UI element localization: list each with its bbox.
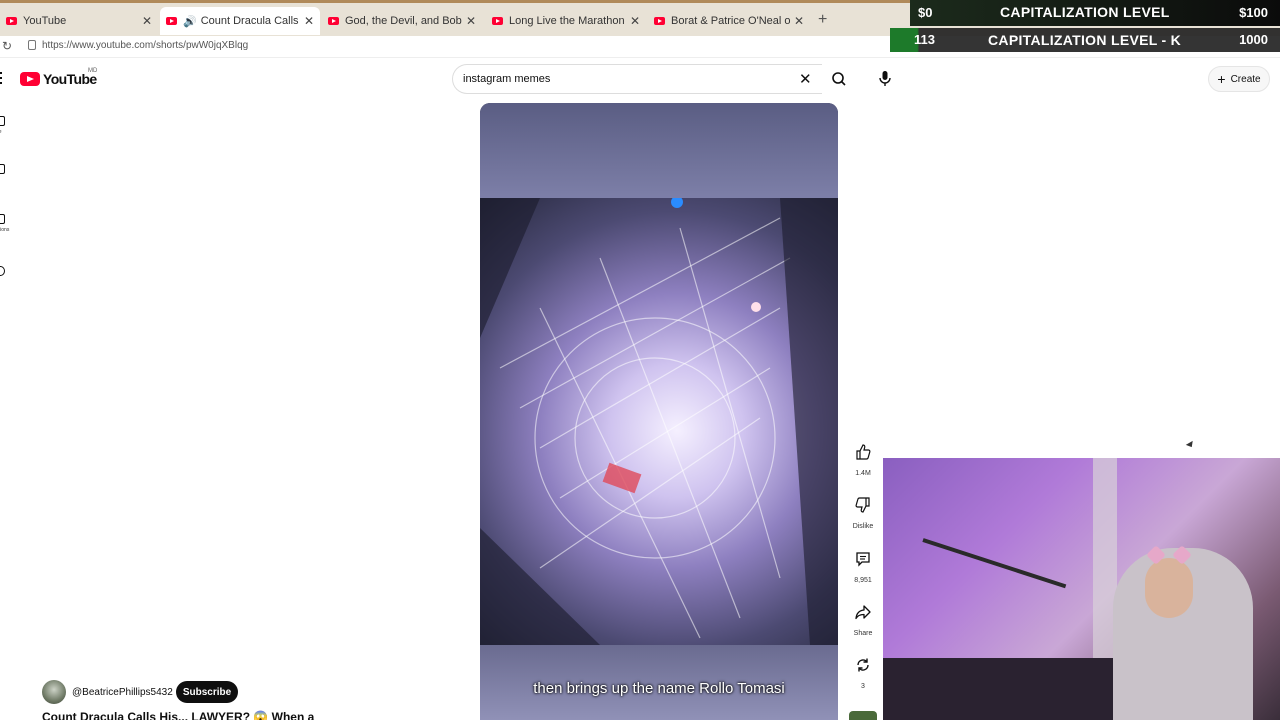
speaker-icon[interactable]: 🔊 bbox=[183, 15, 197, 28]
country-code: MD bbox=[88, 68, 98, 74]
capitalization-overlay-row-1: $0 CAPITALIZATION LEVEL $100 bbox=[910, 0, 1280, 26]
youtube-play-icon bbox=[20, 72, 40, 86]
screen: YouTube ✕ 🔊 Count Dracula Calls His... L… bbox=[0, 0, 1280, 720]
capitalization-overlay-row-2: 113 CAPITALIZATION LEVEL - K 1000 bbox=[890, 28, 1280, 52]
thumbs-down-icon bbox=[848, 490, 878, 520]
overlay-left-value: $0 bbox=[918, 5, 933, 20]
close-tab-icon[interactable]: ✕ bbox=[142, 14, 152, 28]
overlay-label: CAPITALIZATION LEVEL bbox=[1000, 4, 1170, 20]
clock-tower-scene bbox=[480, 196, 838, 645]
overlay-right-value: $100 bbox=[1239, 5, 1268, 20]
tab-title: Long Live the Marathon Part 3 | Fu bbox=[509, 15, 626, 27]
overlay-right-value: 1000 bbox=[1239, 32, 1268, 47]
sidebar-item-subscriptions[interactable]: ptions bbox=[0, 214, 10, 233]
sidebar-item-label: ne bbox=[0, 129, 10, 135]
remix-count: 3 bbox=[861, 683, 865, 690]
like-button[interactable]: 1.4M bbox=[846, 437, 880, 477]
close-tab-icon[interactable]: ✕ bbox=[466, 14, 476, 28]
remix-button[interactable]: 3 bbox=[846, 650, 880, 690]
youtube-favicon-icon bbox=[6, 17, 17, 25]
sidebar-item-label: u bbox=[0, 279, 10, 285]
you-icon bbox=[0, 266, 5, 276]
sidebar-item-label: ts bbox=[0, 177, 10, 183]
tab-title: YouTube bbox=[23, 15, 67, 27]
remix-icon bbox=[848, 650, 878, 680]
search-button[interactable] bbox=[822, 64, 856, 94]
browser-tab[interactable]: Long Live the Marathon Part 3 | Fu ✕ bbox=[486, 7, 646, 35]
subscriptions-icon bbox=[0, 214, 5, 224]
url-field[interactable]: https://www.youtube.com/shorts/pwW0jqXBl… bbox=[42, 40, 248, 51]
new-tab-icon[interactable]: + bbox=[818, 11, 827, 29]
youtube-favicon-icon bbox=[654, 17, 665, 25]
youtube-favicon-icon bbox=[328, 17, 339, 25]
close-tab-icon[interactable]: ✕ bbox=[304, 14, 314, 28]
tab-title: God, the Devil, and Bob. - YouTub bbox=[345, 15, 462, 27]
dislike-button[interactable]: Dislike bbox=[846, 490, 880, 530]
browser-tab[interactable]: YouTube ✕ bbox=[0, 7, 158, 35]
youtube-favicon-icon bbox=[166, 17, 177, 25]
webcam-overlay bbox=[883, 458, 1280, 720]
microphone-arm bbox=[922, 538, 1067, 589]
subscribe-button[interactable]: Subscribe bbox=[176, 681, 238, 703]
home-icon bbox=[0, 116, 5, 126]
share-label: Share bbox=[853, 630, 873, 637]
browser-tab[interactable]: God, the Devil, and Bob. - YouTub ✕ bbox=[322, 7, 482, 35]
share-icon bbox=[848, 597, 878, 627]
comments-button[interactable]: 8,951 bbox=[846, 544, 880, 584]
sidebar-item-home[interactable]: ne bbox=[0, 116, 10, 135]
mouse-cursor-icon bbox=[1185, 440, 1196, 450]
clear-search-icon[interactable]: ✕ bbox=[799, 70, 812, 88]
channel-avatar[interactable] bbox=[42, 680, 66, 704]
search-input[interactable]: instagram memes ✕ bbox=[452, 64, 822, 94]
lock-icon[interactable] bbox=[28, 40, 36, 50]
reload-icon[interactable]: ↻ bbox=[2, 39, 12, 53]
streamer-head bbox=[1145, 558, 1193, 618]
create-button[interactable]: + Create bbox=[1208, 66, 1270, 92]
overlay-label: CAPITALIZATION LEVEL - K bbox=[988, 32, 1182, 48]
sound-thumbnail[interactable] bbox=[849, 711, 877, 720]
tab-title: Count Dracula Calls His... LAW bbox=[200, 15, 300, 27]
share-button[interactable]: Share bbox=[846, 597, 880, 637]
comment-icon bbox=[848, 544, 878, 574]
youtube-logo[interactable]: YouTube MD bbox=[20, 68, 98, 87]
browser-tab-active[interactable]: 🔊 Count Dracula Calls His... LAW ✕ bbox=[160, 7, 320, 35]
voice-search-button[interactable] bbox=[872, 65, 898, 91]
close-tab-icon[interactable]: ✕ bbox=[794, 14, 804, 28]
video-title[interactable]: Count Dracula Calls His... LAWYER? 😱 Whe… bbox=[42, 710, 314, 720]
sidebar-item-label: ptions bbox=[0, 227, 10, 233]
youtube-favicon-icon bbox=[492, 17, 503, 25]
search-icon bbox=[832, 72, 846, 86]
hamburger-menu-icon[interactable] bbox=[0, 72, 2, 84]
sidebar-item-you[interactable]: u bbox=[0, 266, 10, 285]
video-caption: then brings up the name Rollo Tomasi bbox=[533, 680, 785, 697]
microphone-icon bbox=[879, 71, 891, 86]
search-query-text: instagram memes bbox=[463, 73, 551, 85]
like-count: 1.4M bbox=[855, 470, 871, 477]
browser-tab[interactable]: Borat & Patrice O'Neal on O&A (F ✕ bbox=[648, 7, 810, 35]
overlay-left-value: 113 bbox=[914, 32, 935, 47]
tab-title: Borat & Patrice O'Neal on O&A (F bbox=[671, 15, 790, 27]
thumbs-up-icon bbox=[848, 437, 878, 467]
shorts-icon bbox=[0, 164, 5, 174]
video-frame bbox=[480, 196, 838, 645]
channel-handle[interactable]: @BeatricePhillips5432 bbox=[72, 687, 173, 698]
comment-count: 8,951 bbox=[854, 577, 872, 584]
sidebar-item-shorts[interactable]: ts bbox=[0, 164, 10, 183]
shorts-video-player[interactable]: then brings up the name Rollo Tomasi bbox=[480, 103, 838, 720]
video-frame-top bbox=[480, 103, 838, 198]
webcam-desk bbox=[883, 658, 1143, 720]
close-tab-icon[interactable]: ✕ bbox=[630, 14, 640, 28]
dislike-label: Dislike bbox=[852, 523, 874, 530]
plus-icon: + bbox=[1217, 71, 1226, 87]
create-label: Create bbox=[1230, 73, 1261, 85]
